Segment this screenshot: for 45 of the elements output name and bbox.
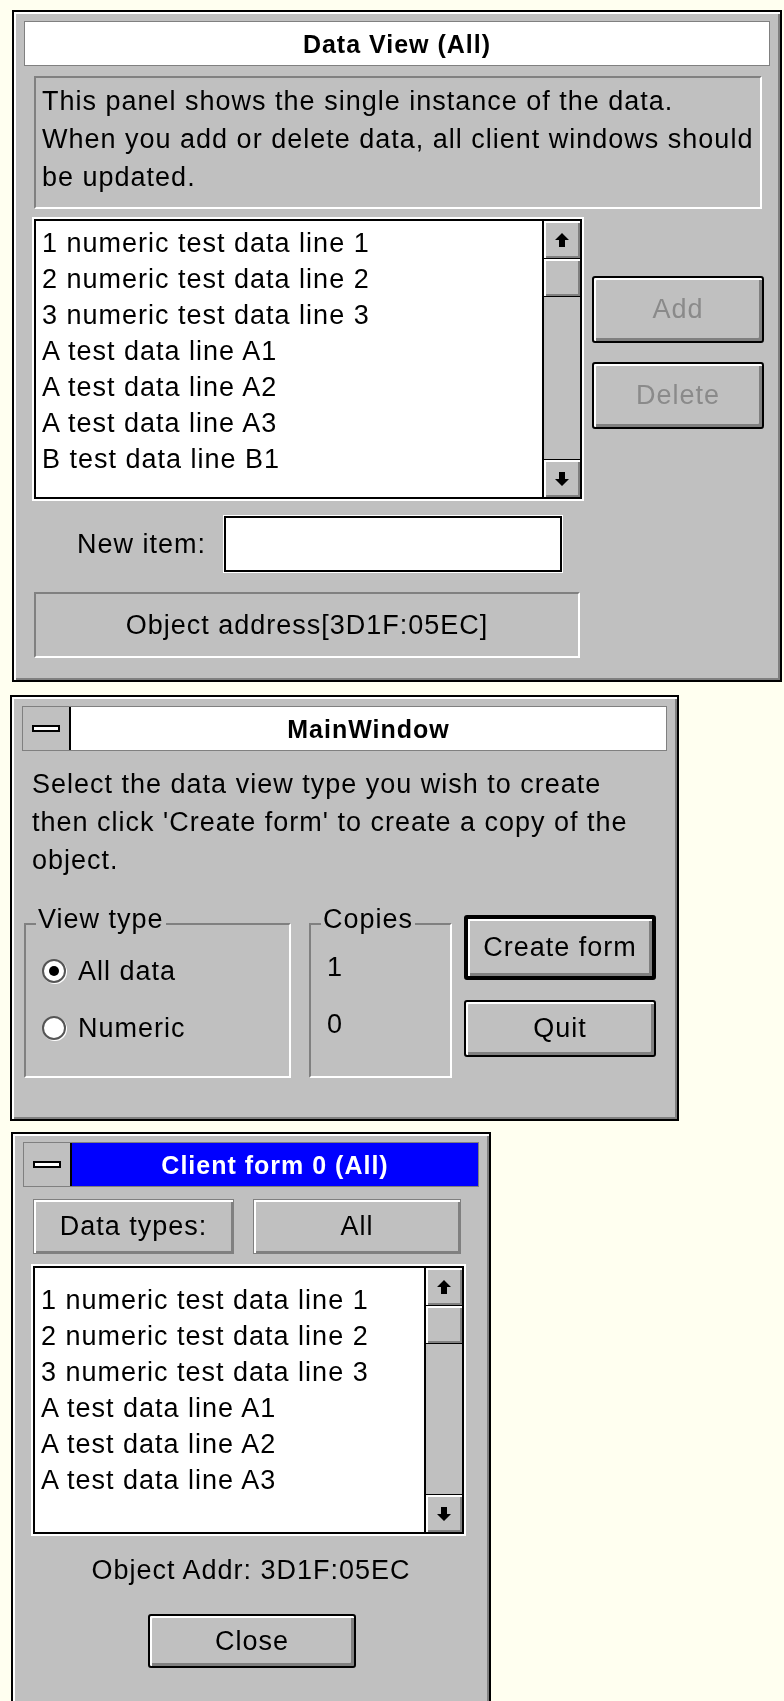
scroll-thumb[interactable] [544,259,580,297]
address-label: Object Addr: 3D1F:05EC [91,1554,411,1587]
down-arrow-icon [436,1505,452,1522]
list-item[interactable]: 3 numeric test data line 3 [42,297,536,333]
list-item[interactable]: 2 numeric test data line 2 [41,1318,418,1354]
copies-count: 0 [327,1008,344,1041]
close-button[interactable]: Close [148,1614,356,1669]
address-label: Object address[3D1F:05EC] [34,592,580,658]
list-item[interactable]: B test data line B1 [42,441,536,477]
list-box[interactable]: 1 numeric test data line 1 2 numeric test data line 2 3 numeric test data line 3 A test data line A1 A test data line A2 A test data line A3 B test data line B1 [34,219,582,499]
list-item[interactable]: 2 numeric test data line 2 [42,261,536,297]
instruction-text: Select the data view type you wish to create then click 'Create form' to create a copy of the object. [32,768,629,877]
radio-option[interactable]: Numeric [42,1008,186,1048]
list-item[interactable]: A test data line A1 [42,333,536,369]
window-title: Data View (All) [25,22,769,65]
window-title: MainWindow [71,707,666,750]
up-arrow-icon [554,231,570,248]
list-item[interactable]: 3 numeric test data line 3 [41,1354,418,1390]
up-arrow-icon [436,1278,452,1295]
list-item[interactable]: A test data line A2 [41,1426,418,1462]
list-item[interactable]: A test data line A3 [42,405,536,441]
minus-icon [32,724,60,733]
list-item[interactable]: A test data line A3 [41,1462,418,1498]
list-box[interactable]: 1 numeric test data line 1 2 numeric test data line 2 3 numeric test data line 3 A test data line A1 A test data line A2 A test data line A3 [33,1266,464,1534]
description-text: This panel shows the single instance of the data. When you add or delete data, all client windows should be updated. [34,76,762,209]
minus-icon [33,1160,61,1169]
list-item[interactable]: A test data line A2 [42,369,536,405]
field-label: New item: [75,527,207,561]
radio-button[interactable] [42,1016,66,1040]
scroll-bar[interactable] [424,1268,462,1532]
data-types-label: Data types: [33,1199,234,1254]
new-item-field[interactable] [224,516,562,572]
action-button[interactable]: Quit [464,1000,656,1057]
down-arrow-icon [554,470,570,487]
data-types-value: All [253,1199,461,1254]
list-item[interactable]: 1 numeric test data line 1 [41,1282,418,1318]
radio-button[interactable] [42,959,66,983]
copies-count: 1 [327,951,344,984]
list-item[interactable]: 1 numeric test data line 1 [42,225,536,261]
scroll-thumb[interactable] [426,1306,462,1344]
radio-option[interactable]: All data [42,951,177,991]
window-title: Client form 0 (All) [72,1143,478,1186]
scroll-bar[interactable] [542,221,580,497]
action-button[interactable]: Create form [464,915,656,980]
list-item[interactable]: A test data line A1 [41,1390,418,1426]
